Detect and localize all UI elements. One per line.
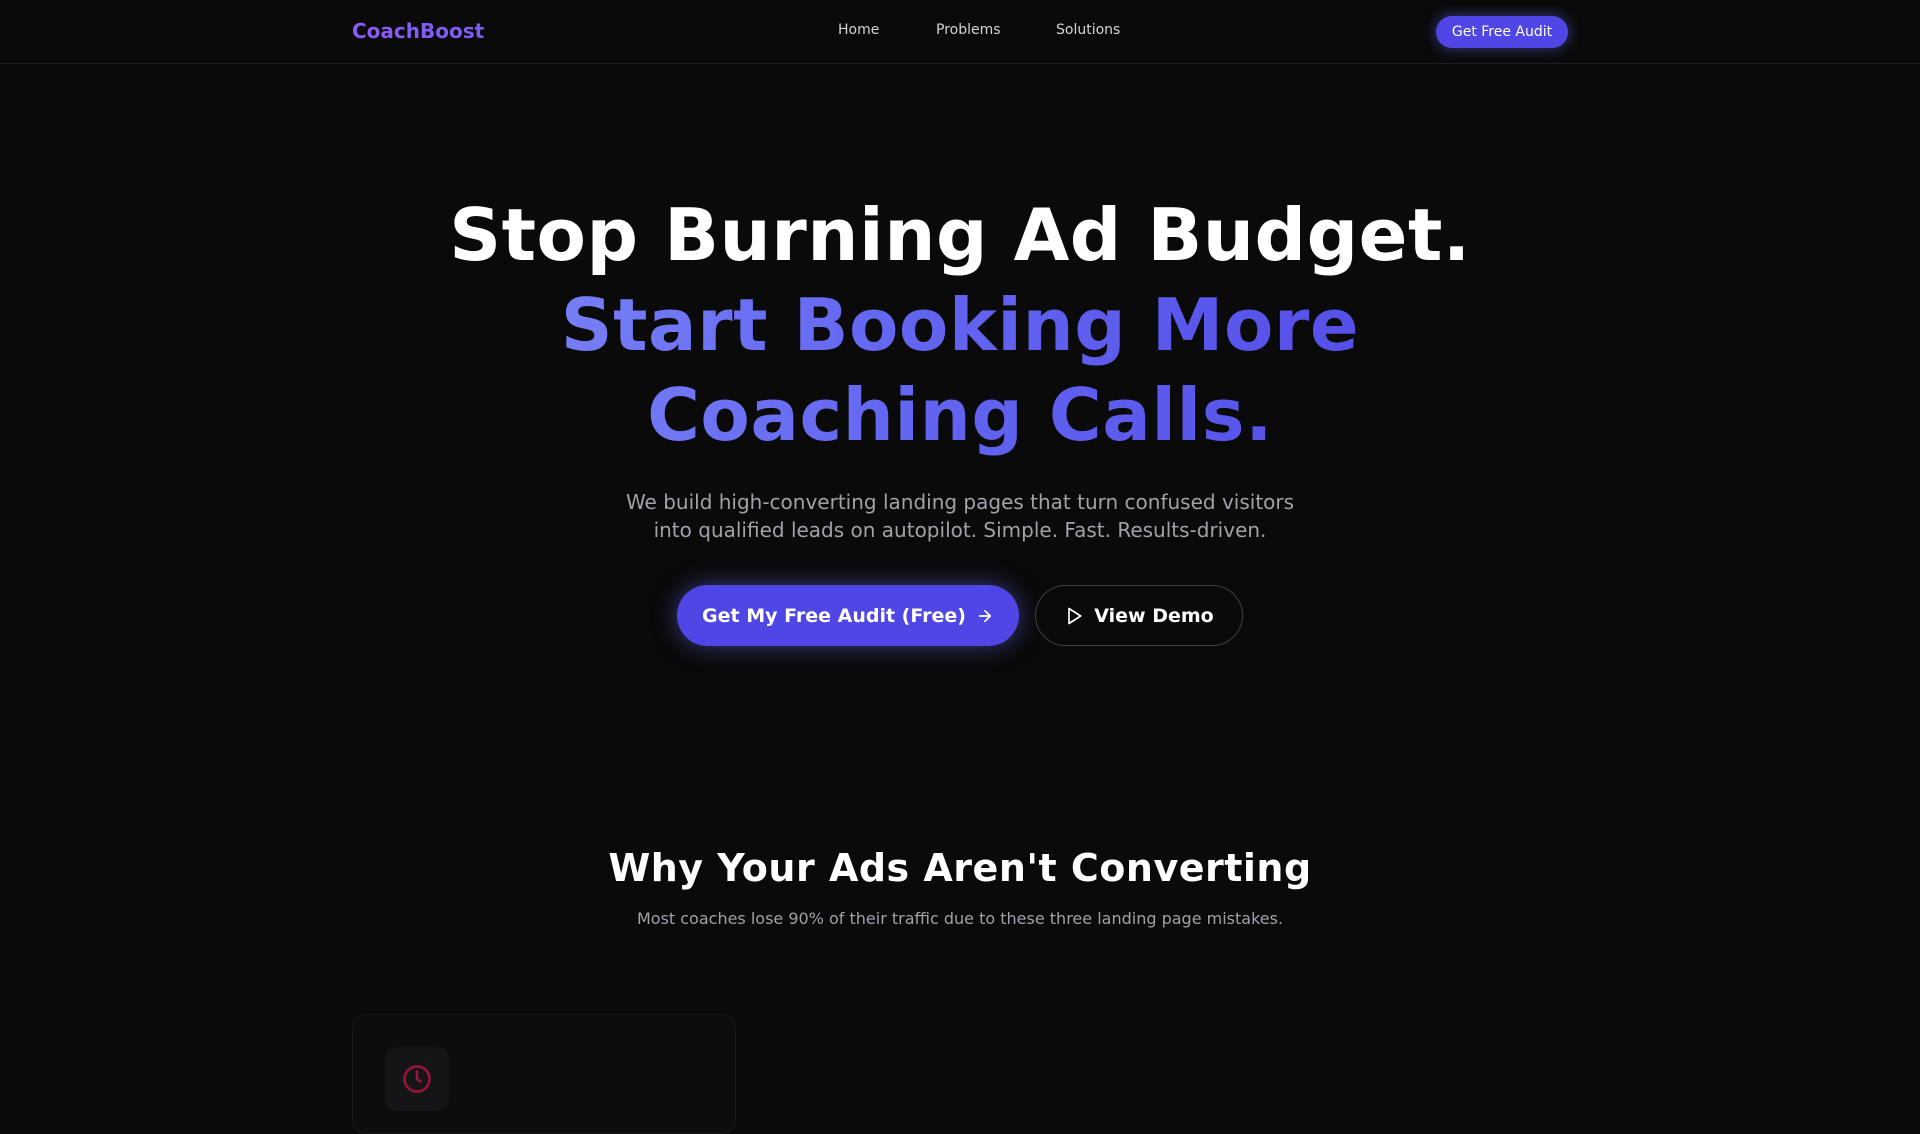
hero-section: Stop Burning Ad Budget. Start Booking Mo…: [0, 190, 1920, 544]
hero-headline-primary: Stop Burning Ad Budget.: [449, 193, 1471, 277]
hero-cta-row: Get My Free Audit (Free) View Demo: [0, 585, 1920, 646]
play-icon: [1064, 606, 1084, 626]
secondary-cta-label: View Demo: [1094, 604, 1214, 627]
nav-link-solutions[interactable]: Solutions: [1056, 22, 1120, 38]
get-my-free-audit-button[interactable]: Get My Free Audit (Free): [677, 585, 1019, 646]
top-navbar: CoachBoost Home Problems Solutions Get F…: [0, 0, 1920, 64]
clock-icon: [402, 1064, 432, 1094]
nav-link-home[interactable]: Home: [838, 22, 879, 38]
problem-card-icon-box: [385, 1047, 449, 1111]
view-demo-button[interactable]: View Demo: [1035, 585, 1243, 646]
problem-card: [352, 1014, 736, 1134]
brand-logo[interactable]: CoachBoost: [352, 19, 484, 43]
hero-subtitle: We build high-converting landing pages t…: [625, 490, 1295, 542]
nav-link-problems[interactable]: Problems: [936, 22, 1001, 38]
problems-section-title: Why Your Ads Aren't Converting: [608, 846, 1312, 890]
problems-section-subtitle: Most coaches lose 90% of their traffic d…: [636, 909, 1284, 928]
arrow-right-icon: [976, 607, 994, 625]
hero-headline-accent: Start Booking More Coaching Calls.: [360, 280, 1560, 460]
primary-cta-label: Get My Free Audit (Free): [702, 604, 966, 627]
get-free-audit-button[interactable]: Get Free Audit: [1436, 16, 1568, 48]
